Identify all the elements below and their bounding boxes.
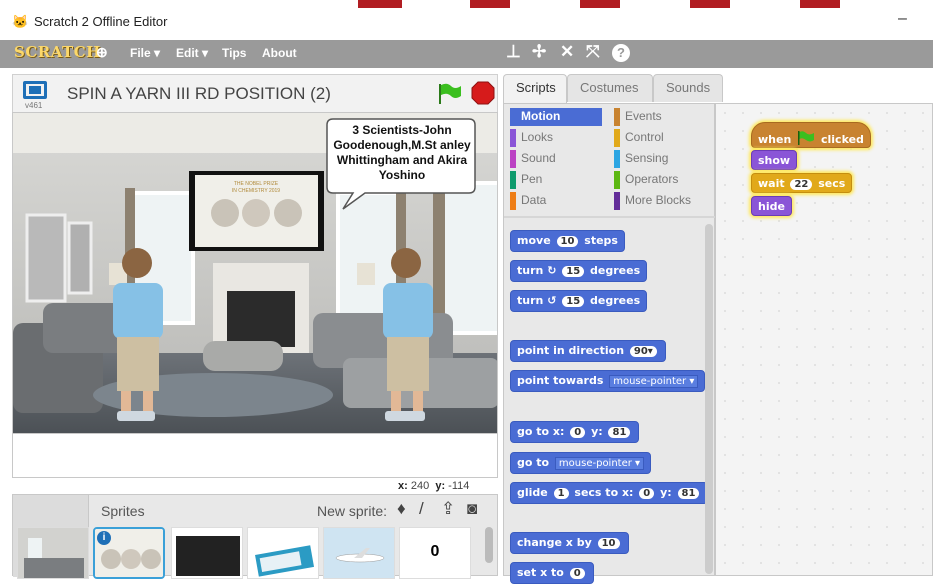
category-sound[interactable]: Sound xyxy=(510,150,602,168)
new-sprite-label: New sprite: xyxy=(317,503,388,519)
y-label: y: xyxy=(435,480,446,492)
background-decoration xyxy=(800,0,840,8)
stage[interactable]: THE NOBEL PRIZE IN CHEMISTRY 2019 3 Scie… xyxy=(12,112,498,434)
background-decoration xyxy=(580,0,620,8)
move-steps-block[interactable]: move 10 steps xyxy=(510,230,625,252)
point-towards-block[interactable]: point towards mouse-pointer ▾ xyxy=(510,370,706,392)
category-pen[interactable]: Pen xyxy=(510,171,602,189)
go-to-xy-block[interactable]: go to x: 0 y: 81 xyxy=(510,421,640,443)
tv-caption: THE NOBEL PRIZE xyxy=(234,181,279,187)
speech-bubble-text: 3 Scientists-John Goodenough,M.St anley … xyxy=(333,123,471,182)
minimize-button[interactable]: – xyxy=(898,10,907,28)
project-title[interactable]: SPIN A YARN III RD POSITION (2) xyxy=(67,84,331,104)
paintbrush-icon[interactable]: / xyxy=(419,499,424,519)
category-operators[interactable]: Operators xyxy=(614,171,706,189)
category-motion[interactable]: Motion xyxy=(510,108,602,126)
window-title: Scratch 2 Offline Editor xyxy=(34,14,168,29)
sprite-thumbnail-tv[interactable] xyxy=(171,527,243,579)
sprites-label: Sprites xyxy=(101,503,145,519)
category-sensing[interactable]: Sensing xyxy=(614,150,706,168)
x-value: 240 xyxy=(410,480,430,492)
menu-bar: SCRATCH ⊕ File ▾ Edit ▾ Tips About ⊥ ✢ ✕… xyxy=(0,40,933,68)
background-decoration xyxy=(470,0,510,8)
green-flag-icon[interactable] xyxy=(437,82,463,106)
file-menu[interactable]: File ▾ xyxy=(130,46,160,60)
rotate-ccw-icon: ↺ xyxy=(547,294,557,307)
when-flag-clicked-block[interactable]: when clicked xyxy=(751,122,871,148)
stage-header: v461 SPIN A YARN III RD POSITION (2) xyxy=(12,74,498,112)
edit-menu[interactable]: Edit ▾ xyxy=(176,46,208,60)
tab-costumes[interactable]: Costumes xyxy=(567,74,653,102)
sprites-scrollbar[interactable] xyxy=(485,527,493,563)
stage-footer xyxy=(12,434,498,478)
camera-icon[interactable]: ◙ xyxy=(467,499,477,519)
tips-menu[interactable]: Tips xyxy=(222,46,246,60)
scratch-logo[interactable]: SCRATCH xyxy=(14,43,101,61)
set-x-block[interactable]: set x to 0 xyxy=(510,562,594,584)
sprite-thumbnail-airplane[interactable] xyxy=(323,527,395,579)
point-in-direction-block[interactable]: point in direction 90▾ xyxy=(510,340,666,362)
blocks-palette: Motion Looks Sound Pen Data Events Contr… xyxy=(503,103,716,584)
y-value: -114 xyxy=(448,480,470,492)
about-menu[interactable]: About xyxy=(262,46,297,60)
sprite-thumbnail-battery[interactable] xyxy=(247,527,319,579)
version-label: v461 xyxy=(25,101,43,110)
turn-left-block[interactable]: turn ↺ 15 degrees xyxy=(510,290,648,312)
delete-icon[interactable]: ✢ xyxy=(532,42,546,62)
grow-icon[interactable]: ✕ xyxy=(560,42,574,62)
category-data[interactable]: Data xyxy=(510,192,602,210)
upload-icon[interactable]: ⇪ xyxy=(441,499,455,519)
green-flag-icon xyxy=(798,131,815,145)
tab-scripts[interactable]: Scripts xyxy=(503,74,567,104)
tv-caption: IN CHEMISTRY 2019 xyxy=(232,188,280,194)
sprites-pane: Sprites New sprite: ♦ / ⇪ ◙ i 0 xyxy=(12,494,498,579)
x-label: x: xyxy=(398,480,408,492)
wait-block[interactable]: wait 22 secs xyxy=(751,173,853,193)
mouse-coordinates: x: 240 y: -114 xyxy=(398,480,469,492)
category-control[interactable]: Control xyxy=(614,129,706,147)
category-more-blocks[interactable]: More Blocks xyxy=(614,192,706,210)
show-block[interactable]: show xyxy=(751,150,798,170)
duplicate-icon[interactable]: ⊥ xyxy=(506,42,521,62)
block-categories: Motion Looks Sound Pen Data Events Contr… xyxy=(510,108,710,216)
go-to-block[interactable]: go to mouse-pointer ▾ xyxy=(510,452,652,474)
background-decoration xyxy=(690,0,730,8)
palette-scrollbar[interactable] xyxy=(705,224,713,574)
paint-from-library-icon[interactable]: ♦ xyxy=(397,499,406,519)
scripts-area[interactable]: when clicked show wait 22 secs hide xyxy=(715,103,933,576)
fullscreen-icon[interactable] xyxy=(23,81,47,99)
sprite-thumbnail-zero[interactable]: 0 xyxy=(399,527,471,579)
change-x-block[interactable]: change x by 10 xyxy=(510,532,629,554)
globe-icon[interactable]: ⊕ xyxy=(96,44,108,61)
category-events[interactable]: Events xyxy=(614,108,706,126)
shrink-icon[interactable]: ⤧ xyxy=(586,42,600,62)
editor-tabs: Scripts Costumes Sounds xyxy=(503,74,933,104)
stop-sign-icon[interactable] xyxy=(471,81,495,105)
rotate-cw-icon: ↻ xyxy=(547,264,557,277)
scratch-cat-icon: 🐱 xyxy=(12,14,29,29)
turn-right-block[interactable]: turn ↻ 15 degrees xyxy=(510,260,648,282)
help-icon[interactable]: ? xyxy=(612,44,630,62)
tab-sounds[interactable]: Sounds xyxy=(653,74,723,102)
hide-block[interactable]: hide xyxy=(751,196,792,216)
sprite-thumbnail-scientists[interactable]: i xyxy=(93,527,165,579)
window-titlebar: 🐱 Scratch 2 Offline Editor – xyxy=(0,0,933,40)
background-decoration xyxy=(358,0,402,8)
glide-block[interactable]: glide 1 secs to x: 0 y: 81 xyxy=(510,482,709,504)
motion-blocks: move 10 steps turn ↻ 15 degrees turn ↺ 1… xyxy=(504,220,709,584)
category-looks[interactable]: Looks xyxy=(510,129,602,147)
stage-thumbnail[interactable] xyxy=(17,527,89,579)
sprite-info-icon[interactable]: i xyxy=(97,531,111,545)
palette-divider xyxy=(504,216,716,218)
